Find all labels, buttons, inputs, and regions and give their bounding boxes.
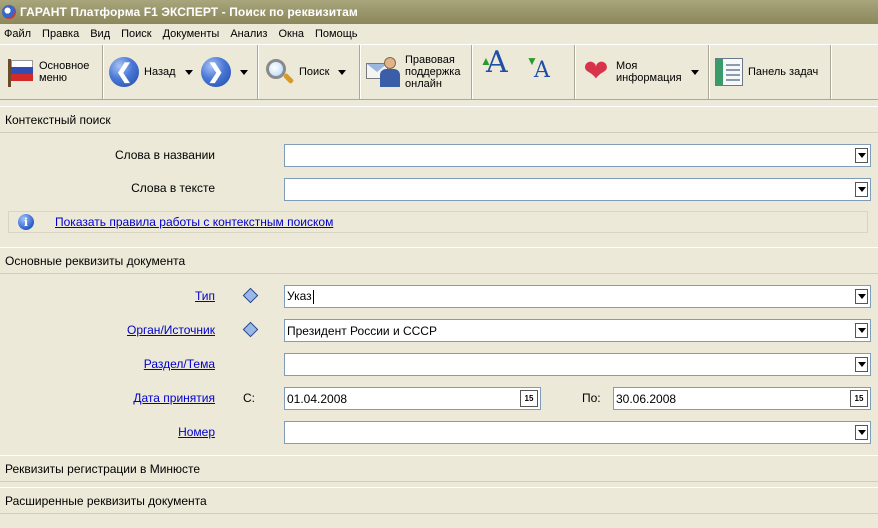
section-context-search-title: Контекстный поиск — [5, 112, 111, 127]
menu-view[interactable]: Вид — [90, 28, 110, 40]
main-menu-label-2: меню — [39, 72, 68, 84]
support-person-icon — [366, 55, 400, 89]
type-dropdown-icon[interactable] — [855, 289, 868, 304]
section-basic-requisites-title: Основные реквизиты документа — [5, 253, 186, 268]
text-words-dropdown-icon[interactable] — [855, 182, 868, 197]
support-group: Правовая поддержка онлайн — [360, 45, 472, 99]
search-form: Контекстный поиск Слова в названии Слова… — [0, 101, 878, 528]
menu-windows[interactable]: Окна — [278, 28, 304, 40]
back-dropdown-icon[interactable] — [184, 69, 193, 75]
menu-help[interactable]: Помощь — [315, 28, 358, 40]
font-increase-icon: ▲ A — [480, 45, 508, 80]
forward-arrow-icon: ❯ — [200, 57, 231, 87]
type-link[interactable]: Тип — [15, 289, 215, 303]
type-combo[interactable]: Указ — [284, 285, 871, 308]
section-minjust-title: Реквизиты регистрации в Минюсте — [5, 461, 201, 476]
forward-button[interactable]: ❯ — [200, 57, 248, 87]
main-menu-button[interactable]: Основное меню — [6, 57, 89, 87]
topic-dropdown-icon[interactable] — [855, 357, 868, 372]
font-decrease-icon: ▼ A — [526, 54, 550, 83]
menu-file[interactable]: Файл — [4, 28, 31, 40]
text-words-combo[interactable] — [284, 178, 871, 201]
date-from-value[interactable]: 01.04.2008 — [285, 392, 520, 406]
back-arrow-icon: ❮ — [109, 57, 139, 87]
font-increase-button[interactable]: ▲ A — [478, 45, 512, 89]
menu-bar: Файл Правка Вид Поиск Документы Анализ О… — [0, 24, 878, 44]
section-extended-title: Расширенные реквизиты документа — [5, 493, 207, 508]
date-from-field[interactable]: 01.04.2008 15 — [284, 387, 541, 410]
section-minjust-registration[interactable]: Реквизиты регистрации в Минюсте — [0, 455, 878, 482]
context-rules-link[interactable]: Показать правила работы с контекстным по… — [55, 215, 333, 229]
main-menu-label-1: Основное — [39, 60, 90, 72]
toolbar: Основное меню ❮ Назад ❯ Поиск Правовая п… — [0, 44, 878, 100]
organ-logic-icon[interactable] — [242, 321, 259, 338]
organ-source-link[interactable]: Орган/Источник — [15, 323, 215, 337]
my-info-dropdown-icon[interactable] — [690, 69, 699, 75]
date-from-label: С: — [243, 391, 255, 405]
topic-combo[interactable] — [284, 353, 871, 376]
search-group: Поиск — [258, 45, 360, 99]
menu-search[interactable]: Поиск — [121, 28, 151, 40]
type-logic-icon[interactable] — [242, 287, 259, 304]
section-context-search[interactable]: Контекстный поиск — [0, 106, 878, 133]
app-icon — [2, 5, 16, 19]
calendar-icon[interactable]: 15 — [850, 390, 868, 407]
support-label-2: поддержка — [405, 66, 461, 78]
font-increase-letter: A — [486, 45, 508, 80]
menu-edit[interactable]: Правка — [42, 28, 79, 40]
task-panel-label: Панель задач — [748, 66, 819, 78]
back-button[interactable]: ❮ Назад — [109, 57, 193, 87]
search-dropdown-icon[interactable] — [338, 69, 347, 75]
flag-icon — [6, 57, 34, 87]
taskbar-group: Панель задач — [709, 45, 831, 99]
type-value[interactable]: Указ — [285, 289, 855, 304]
context-rules-row: i Показать правила работы с контекстным … — [8, 211, 868, 233]
menu-documents[interactable]: Документы — [163, 28, 220, 40]
font-decrease-button[interactable]: ▼ A — [524, 55, 558, 89]
my-info-label-1: Моя — [616, 60, 638, 72]
task-panel-icon — [715, 58, 743, 86]
menu-analysis[interactable]: Анализ — [230, 28, 267, 40]
magnifier-icon — [264, 57, 295, 87]
section-extended-requisites[interactable]: Расширенные реквизиты документа — [0, 487, 878, 514]
date-to-field[interactable]: 30.06.2008 15 — [613, 387, 871, 410]
title-words-dropdown-icon[interactable] — [855, 148, 868, 163]
legal-support-button[interactable]: Правовая поддержка онлайн — [366, 54, 460, 90]
main-menu-group: Основное меню — [0, 45, 103, 99]
search-label: Поиск — [299, 66, 330, 78]
title-bar: ГАРАНТ Платформа F1 ЭКСПЕРТ - Поиск по р… — [0, 0, 878, 24]
date-to-value[interactable]: 30.06.2008 — [614, 392, 850, 406]
organ-dropdown-icon[interactable] — [855, 323, 868, 338]
support-label-1: Правовая — [405, 54, 455, 66]
organ-combo[interactable]: Президент России и СССР — [284, 319, 871, 342]
window-title: ГАРАНТ Платформа F1 ЭКСПЕРТ - Поиск по р… — [20, 5, 358, 19]
font-decrease-letter: A — [534, 58, 550, 83]
organ-value[interactable]: Президент России и СССР — [285, 324, 855, 338]
adoption-date-link[interactable]: Дата принятия — [15, 391, 215, 405]
search-button[interactable]: Поиск — [264, 57, 347, 87]
back-label: Назад — [144, 66, 176, 78]
number-combo[interactable] — [284, 421, 871, 444]
forward-dropdown-icon[interactable] — [239, 69, 248, 75]
support-label-3: онлайн — [405, 78, 442, 90]
title-words-label: Слова в названии — [114, 148, 215, 162]
number-link[interactable]: Номер — [15, 425, 215, 439]
my-info-button[interactable]: ❤ Моя информация — [581, 57, 699, 87]
date-to-label: По: — [582, 391, 601, 405]
info-icon: i — [18, 214, 34, 230]
section-basic-requisites[interactable]: Основные реквизиты документа — [0, 247, 878, 274]
number-dropdown-icon[interactable] — [855, 425, 868, 440]
heart-icon: ❤ — [583, 55, 609, 88]
my-info-group: ❤ Моя информация — [575, 45, 709, 99]
text-words-label: Слова в тексте — [131, 181, 215, 195]
font-size-group: ▲ A ▼ A — [472, 45, 575, 99]
title-words-combo[interactable] — [284, 144, 871, 167]
my-info-label-2: информация — [616, 72, 682, 84]
navigation-group: ❮ Назад ❯ — [103, 45, 258, 99]
task-panel-button[interactable]: Панель задач — [715, 58, 818, 86]
calendar-icon[interactable]: 15 — [520, 390, 538, 407]
topic-link[interactable]: Раздел/Тема — [15, 357, 215, 371]
